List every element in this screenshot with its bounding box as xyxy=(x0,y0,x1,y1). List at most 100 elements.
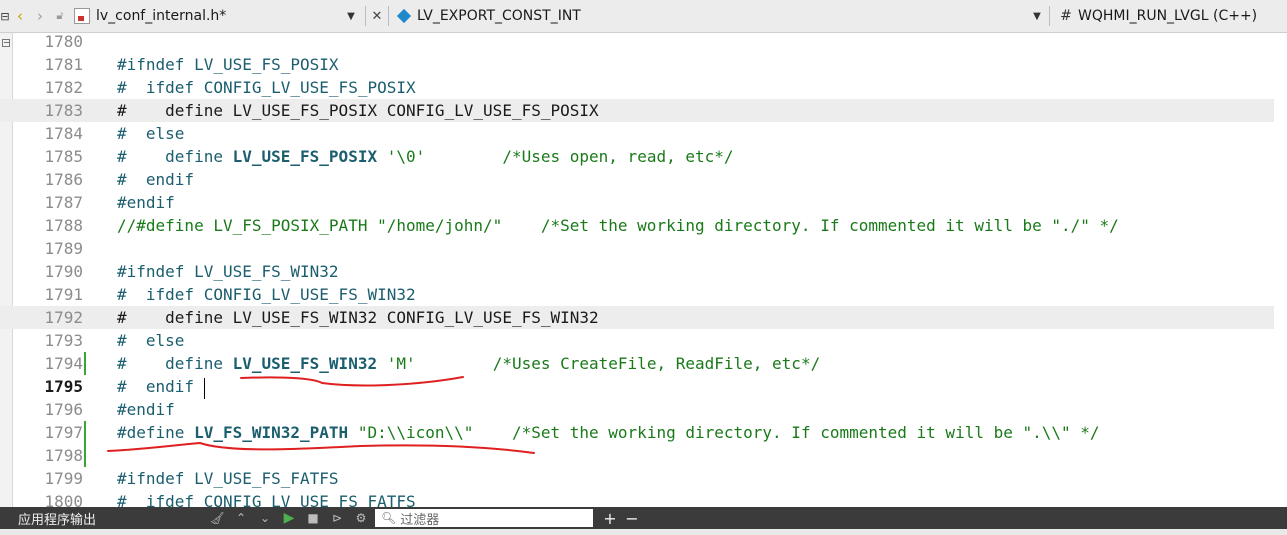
code-editor[interactable]: − 1780 1781 #ifndef LV_USE_FS_POSIX 1782 # i… xyxy=(0,33,1287,507)
code-line[interactable]: 1791 # ifdef CONFIG_LV_USE_FS_WIN32 xyxy=(0,283,1274,306)
toolbar-divider xyxy=(1049,6,1050,26)
symbol-icon xyxy=(396,8,412,24)
code-token: # define xyxy=(117,354,233,373)
code-line[interactable]: 1797 #define LV_FS_WIN32_PATH "D:\\icon\\… xyxy=(0,421,1274,444)
application-output-tab[interactable]: 应用程序输出 xyxy=(0,509,205,528)
code-line[interactable]: 1783 # define LV_USE_FS_POSIX CONFIG_LV_U… xyxy=(0,99,1274,122)
forward-arrow-icon[interactable]: › xyxy=(30,6,50,26)
symbol-dropdown-icon[interactable]: ▼ xyxy=(1029,6,1045,26)
code-text: #endif xyxy=(117,191,175,214)
change-marker xyxy=(84,352,86,375)
code-line[interactable]: 1786 # endif xyxy=(0,168,1274,191)
code-text: # define LV_USE_FS_WIN32 'M' /*Uses Crea… xyxy=(117,352,820,375)
code-text: # else xyxy=(117,122,184,145)
code-token: #define xyxy=(117,423,195,442)
code-token: # else xyxy=(117,124,185,143)
header-file-icon xyxy=(74,8,90,24)
line-number: 1780 xyxy=(44,33,83,51)
code-line[interactable]: 1790 #ifndef LV_USE_FS_WIN32 xyxy=(0,260,1274,283)
code-line[interactable]: 1780 xyxy=(0,33,1274,53)
code-token: # else xyxy=(117,331,185,350)
code-text: # endif xyxy=(117,375,194,398)
line-number: 1798 xyxy=(44,446,83,465)
code-text: # ifdef CONFIG_LV_USE_FS_FATFS xyxy=(117,490,416,507)
project-selector[interactable]: WQHMI_RUN_LVGL (C++) xyxy=(1078,8,1257,24)
back-arrow-icon[interactable]: ‹ xyxy=(10,6,30,26)
line-number: 1797 xyxy=(44,423,83,442)
code-token: #ifndef LV_USE_FS_POSIX xyxy=(117,55,339,74)
zoom-out-button[interactable]: − xyxy=(621,509,643,528)
code-line[interactable]: 1800 # ifdef CONFIG_LV_USE_FS_FATFS xyxy=(0,490,1274,507)
code-line[interactable]: 1798 xyxy=(0,444,1274,467)
code-token: # ifdef CONFIG_LV_USE_FS_WIN32 xyxy=(117,285,416,304)
code-token: LV_USE_FS_WIN32 xyxy=(232,354,378,373)
filter-placeholder: 过滤器 xyxy=(400,512,440,528)
code-line[interactable]: 1789 xyxy=(0,237,1274,260)
close-file-icon[interactable]: ✕ xyxy=(370,6,384,26)
line-number: 1786 xyxy=(44,170,83,189)
code-text: #ifndef LV_USE_FS_POSIX xyxy=(117,53,339,76)
code-token: /*Uses CreateFile, ReadFile, etc*/ xyxy=(415,354,821,373)
code-token: LV_FS_WIN32_PATH xyxy=(194,423,349,442)
file-dropdown-icon[interactable]: ▼ xyxy=(341,6,361,26)
line-number: 1781 xyxy=(44,55,83,74)
run-icon[interactable]: ▶ xyxy=(277,510,301,526)
attach-debug-icon[interactable]: ⊳ xyxy=(325,511,349,525)
zoom-in-button[interactable]: + xyxy=(599,509,621,528)
code-line[interactable]: 1795 # endif xyxy=(0,375,1274,398)
code-token: # define xyxy=(117,147,233,166)
previous-item-icon[interactable]: ⌃ xyxy=(229,511,253,525)
line-number: 1796 xyxy=(44,400,83,419)
change-marker xyxy=(84,421,86,444)
line-number: 1794 xyxy=(44,354,83,373)
lock-icon[interactable]: 🔓︎ xyxy=(50,6,70,26)
code-token: # ifdef CONFIG_LV_USE_FS_FATFS xyxy=(117,492,416,507)
code-token: '\0' xyxy=(377,147,426,166)
code-token: # ifdef CONFIG_LV_USE_FS_POSIX xyxy=(117,78,416,97)
editor-toolbar: ⊟ ‹ › 🔓︎ lv_conf_internal.h* ▼ ✕ LV_EXPO… xyxy=(0,0,1287,33)
hash-icon: # xyxy=(1060,8,1072,24)
settings-gear-icon[interactable]: ⚙ xyxy=(349,511,373,525)
line-number: 1789 xyxy=(44,239,83,258)
code-text: #ifndef LV_USE_FS_WIN32 xyxy=(117,260,339,283)
line-number: 1800 xyxy=(44,492,83,507)
output-filter-input[interactable]: 🔍︎ 过滤器 xyxy=(375,509,593,528)
code-line[interactable]: 1784 # else xyxy=(0,122,1274,145)
code-text: #endif xyxy=(117,398,175,421)
code-token: #endif xyxy=(117,400,175,419)
code-token: LV_USE_FS_POSIX xyxy=(232,147,378,166)
code-token: # define LV_USE_FS_POSIX CONFIG_LV_USE_F… xyxy=(117,101,599,120)
code-line[interactable]: 1796 #endif xyxy=(0,398,1274,421)
code-line[interactable]: 1799 #ifndef LV_USE_FS_FATFS xyxy=(0,467,1274,490)
code-text: # ifdef CONFIG_LV_USE_FS_POSIX xyxy=(117,76,416,99)
code-line[interactable]: 1788 //#define LV_FS_POSIX_PATH "/home/jo… xyxy=(0,214,1274,237)
symbol-selector[interactable]: LV_EXPORT_CONST_INT xyxy=(417,8,1029,24)
code-line[interactable]: 1787 #endif xyxy=(0,191,1274,214)
line-number: 1791 xyxy=(44,285,83,304)
line-number: 1795 xyxy=(44,377,83,396)
clear-output-icon[interactable]: 🧹︎ xyxy=(205,511,229,525)
line-number: 1784 xyxy=(44,124,83,143)
toolbar-divider xyxy=(388,6,389,26)
line-number: 1782 xyxy=(44,78,83,97)
split-icon[interactable]: ⊟ xyxy=(0,6,10,26)
code-line[interactable]: 1782 # ifdef CONFIG_LV_USE_FS_POSIX xyxy=(0,76,1274,99)
line-number: 1788 xyxy=(44,216,83,235)
next-item-icon[interactable]: ⌄ xyxy=(253,511,277,525)
code-token: #ifndef LV_USE_FS_WIN32 xyxy=(117,262,339,281)
text-cursor xyxy=(204,378,205,399)
line-number: 1799 xyxy=(44,469,83,488)
line-number: 1793 xyxy=(44,331,83,350)
code-token: 'M' xyxy=(377,354,416,373)
toolbar-divider xyxy=(365,6,366,26)
stop-icon[interactable]: ■ xyxy=(301,511,325,525)
code-line[interactable]: 1793 # else xyxy=(0,329,1274,352)
line-number: 1787 xyxy=(44,193,83,212)
code-text: # define LV_USE_FS_POSIX '\0' /*Uses ope… xyxy=(117,145,734,168)
code-line[interactable]: 1785 # define LV_USE_FS_POSIX '\0' /*Uses… xyxy=(0,145,1274,168)
code-line[interactable]: 1794 # define LV_USE_FS_WIN32 'M' /*Uses … xyxy=(0,352,1274,375)
code-line[interactable]: 1781 #ifndef LV_USE_FS_POSIX xyxy=(0,53,1274,76)
code-line[interactable]: 1792 # define LV_USE_FS_WIN32 CONFIG_LV_U… xyxy=(0,306,1274,329)
window-bottom-edge xyxy=(0,529,1287,535)
open-file-name[interactable]: lv_conf_internal.h* xyxy=(96,8,341,24)
